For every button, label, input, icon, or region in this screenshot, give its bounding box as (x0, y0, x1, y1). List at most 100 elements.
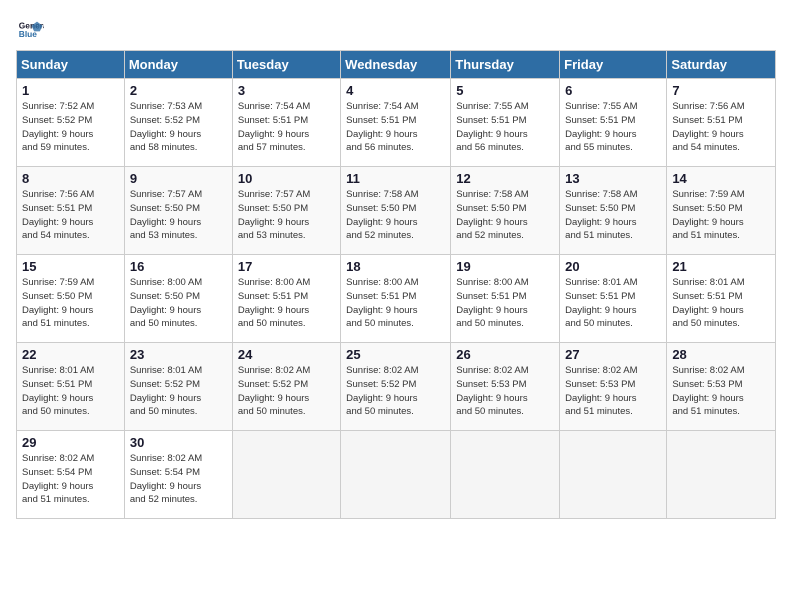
day-info: Sunrise: 8:02 AM Sunset: 5:53 PM Dayligh… (672, 364, 770, 419)
day-info: Sunrise: 7:56 AM Sunset: 5:51 PM Dayligh… (22, 188, 119, 243)
day-number: 15 (22, 259, 119, 274)
day-info: Sunrise: 7:59 AM Sunset: 5:50 PM Dayligh… (672, 188, 770, 243)
day-info: Sunrise: 7:58 AM Sunset: 5:50 PM Dayligh… (456, 188, 554, 243)
day-info: Sunrise: 8:02 AM Sunset: 5:53 PM Dayligh… (565, 364, 661, 419)
day-number: 23 (130, 347, 227, 362)
calendar-cell: 30Sunrise: 8:02 AM Sunset: 5:54 PM Dayli… (124, 431, 232, 519)
day-info: Sunrise: 8:00 AM Sunset: 5:51 PM Dayligh… (346, 276, 445, 331)
calendar-cell: 22 Sunrise: 8:01 AM Sunset: 5:51 PM Dayli… (17, 343, 125, 431)
calendar-cell: 21 Sunrise: 8:01 AM Sunset: 5:51 PM Dayli… (667, 255, 776, 343)
day-info: Sunrise: 7:55 AM Sunset: 5:51 PM Dayligh… (456, 100, 554, 155)
day-number: 9 (130, 171, 227, 186)
calendar-cell: 6 Sunrise: 7:55 AM Sunset: 5:51 PM Daylig… (560, 79, 667, 167)
day-number: 17 (238, 259, 335, 274)
calendar-body: 1 Sunrise: 7:52 AM Sunset: 5:52 PM Daylig… (17, 79, 776, 519)
calendar-cell: 26 Sunrise: 8:02 AM Sunset: 5:53 PM Dayli… (451, 343, 560, 431)
day-number: 26 (456, 347, 554, 362)
calendar-cell: 13 Sunrise: 7:58 AM Sunset: 5:50 PM Dayli… (560, 167, 667, 255)
day-info: Sunrise: 7:59 AM Sunset: 5:50 PM Dayligh… (22, 276, 119, 331)
day-info: Sunrise: 8:02 AM Sunset: 5:52 PM Dayligh… (238, 364, 335, 419)
calendar-row-2: 8 Sunrise: 7:56 AM Sunset: 5:51 PM Daylig… (17, 167, 776, 255)
day-number: 3 (238, 83, 335, 98)
weekday-header-tuesday: Tuesday (232, 51, 340, 79)
day-info: Sunrise: 8:01 AM Sunset: 5:51 PM Dayligh… (22, 364, 119, 419)
weekday-header-sunday: Sunday (17, 51, 125, 79)
day-number: 14 (672, 171, 770, 186)
calendar-cell: 27 Sunrise: 8:02 AM Sunset: 5:53 PM Dayli… (560, 343, 667, 431)
calendar-cell (232, 431, 340, 519)
calendar-cell: 28 Sunrise: 8:02 AM Sunset: 5:53 PM Dayli… (667, 343, 776, 431)
day-number: 1 (22, 83, 119, 98)
day-number: 28 (672, 347, 770, 362)
calendar-cell: 5 Sunrise: 7:55 AM Sunset: 5:51 PM Daylig… (451, 79, 560, 167)
day-info: Sunrise: 8:00 AM Sunset: 5:50 PM Dayligh… (130, 276, 227, 331)
day-info: Sunrise: 7:52 AM Sunset: 5:52 PM Dayligh… (22, 100, 119, 155)
weekday-header-friday: Friday (560, 51, 667, 79)
calendar-cell: 12 Sunrise: 7:58 AM Sunset: 5:50 PM Dayli… (451, 167, 560, 255)
day-info: Sunrise: 7:54 AM Sunset: 5:51 PM Dayligh… (238, 100, 335, 155)
weekday-header-wednesday: Wednesday (341, 51, 451, 79)
calendar-cell: 24 Sunrise: 8:02 AM Sunset: 5:52 PM Dayli… (232, 343, 340, 431)
day-number: 10 (238, 171, 335, 186)
day-info: Sunrise: 7:58 AM Sunset: 5:50 PM Dayligh… (346, 188, 445, 243)
day-number: 7 (672, 83, 770, 98)
day-info: Sunrise: 7:55 AM Sunset: 5:51 PM Dayligh… (565, 100, 661, 155)
day-number: 20 (565, 259, 661, 274)
day-number: 6 (565, 83, 661, 98)
day-info: Sunrise: 8:01 AM Sunset: 5:51 PM Dayligh… (565, 276, 661, 331)
day-number: 2 (130, 83, 227, 98)
day-number: 16 (130, 259, 227, 274)
weekday-header-saturday: Saturday (667, 51, 776, 79)
calendar-cell: 19 Sunrise: 8:00 AM Sunset: 5:51 PM Dayli… (451, 255, 560, 343)
calendar-cell: 25Sunrise: 8:02 AM Sunset: 5:52 PM Dayli… (341, 343, 451, 431)
calendar-cell (667, 431, 776, 519)
day-number: 5 (456, 83, 554, 98)
calendar-cell: 10 Sunrise: 7:57 AM Sunset: 5:50 PM Dayli… (232, 167, 340, 255)
calendar-cell: 3 Sunrise: 7:54 AM Sunset: 5:51 PM Daylig… (232, 79, 340, 167)
day-info: Sunrise: 8:00 AM Sunset: 5:51 PM Dayligh… (456, 276, 554, 331)
day-info: Sunrise: 7:58 AM Sunset: 5:50 PM Dayligh… (565, 188, 661, 243)
day-number: 11 (346, 171, 445, 186)
day-number: 4 (346, 83, 445, 98)
day-number: 8 (22, 171, 119, 186)
calendar-cell: 29Sunrise: 8:02 AM Sunset: 5:54 PM Dayli… (17, 431, 125, 519)
day-number: 27 (565, 347, 661, 362)
day-info: Sunrise: 8:02 AM Sunset: 5:53 PM Dayligh… (456, 364, 554, 419)
calendar-cell (341, 431, 451, 519)
calendar-cell: 16 Sunrise: 8:00 AM Sunset: 5:50 PM Dayli… (124, 255, 232, 343)
day-number: 13 (565, 171, 661, 186)
day-info: Sunrise: 7:57 AM Sunset: 5:50 PM Dayligh… (130, 188, 227, 243)
calendar-table: SundayMondayTuesdayWednesdayThursdayFrid… (16, 50, 776, 519)
day-number: 22 (22, 347, 119, 362)
day-info: Sunrise: 7:54 AM Sunset: 5:51 PM Dayligh… (346, 100, 445, 155)
day-number: 29 (22, 435, 119, 450)
day-number: 19 (456, 259, 554, 274)
day-info: Sunrise: 8:01 AM Sunset: 5:52 PM Dayligh… (130, 364, 227, 419)
calendar-row-3: 15 Sunrise: 7:59 AM Sunset: 5:50 PM Dayli… (17, 255, 776, 343)
calendar-cell: 20 Sunrise: 8:01 AM Sunset: 5:51 PM Dayli… (560, 255, 667, 343)
day-number: 12 (456, 171, 554, 186)
calendar-cell: 1 Sunrise: 7:52 AM Sunset: 5:52 PM Daylig… (17, 79, 125, 167)
logo-icon: General Blue (16, 16, 44, 44)
calendar-cell: 2 Sunrise: 7:53 AM Sunset: 5:52 PM Daylig… (124, 79, 232, 167)
day-info: Sunrise: 8:02 AM Sunset: 5:52 PM Dayligh… (346, 364, 445, 419)
day-number: 21 (672, 259, 770, 274)
page-header: General Blue (16, 16, 776, 44)
day-info: Sunrise: 8:01 AM Sunset: 5:51 PM Dayligh… (672, 276, 770, 331)
calendar-cell: 7Sunrise: 7:56 AM Sunset: 5:51 PM Daylig… (667, 79, 776, 167)
calendar-cell: 17 Sunrise: 8:00 AM Sunset: 5:51 PM Dayli… (232, 255, 340, 343)
day-info: Sunrise: 8:02 AM Sunset: 5:54 PM Dayligh… (130, 452, 227, 507)
calendar-cell (451, 431, 560, 519)
day-info: Sunrise: 7:53 AM Sunset: 5:52 PM Dayligh… (130, 100, 227, 155)
calendar-cell (560, 431, 667, 519)
calendar-cell: 11 Sunrise: 7:58 AM Sunset: 5:50 PM Dayli… (341, 167, 451, 255)
day-info: Sunrise: 8:00 AM Sunset: 5:51 PM Dayligh… (238, 276, 335, 331)
day-number: 24 (238, 347, 335, 362)
day-info: Sunrise: 7:57 AM Sunset: 5:50 PM Dayligh… (238, 188, 335, 243)
day-number: 18 (346, 259, 445, 274)
calendar-row-4: 22 Sunrise: 8:01 AM Sunset: 5:51 PM Dayli… (17, 343, 776, 431)
calendar-cell: 4 Sunrise: 7:54 AM Sunset: 5:51 PM Daylig… (341, 79, 451, 167)
calendar-cell: 15 Sunrise: 7:59 AM Sunset: 5:50 PM Dayli… (17, 255, 125, 343)
calendar-cell: 23 Sunrise: 8:01 AM Sunset: 5:52 PM Dayli… (124, 343, 232, 431)
calendar-header-row: SundayMondayTuesdayWednesdayThursdayFrid… (17, 51, 776, 79)
